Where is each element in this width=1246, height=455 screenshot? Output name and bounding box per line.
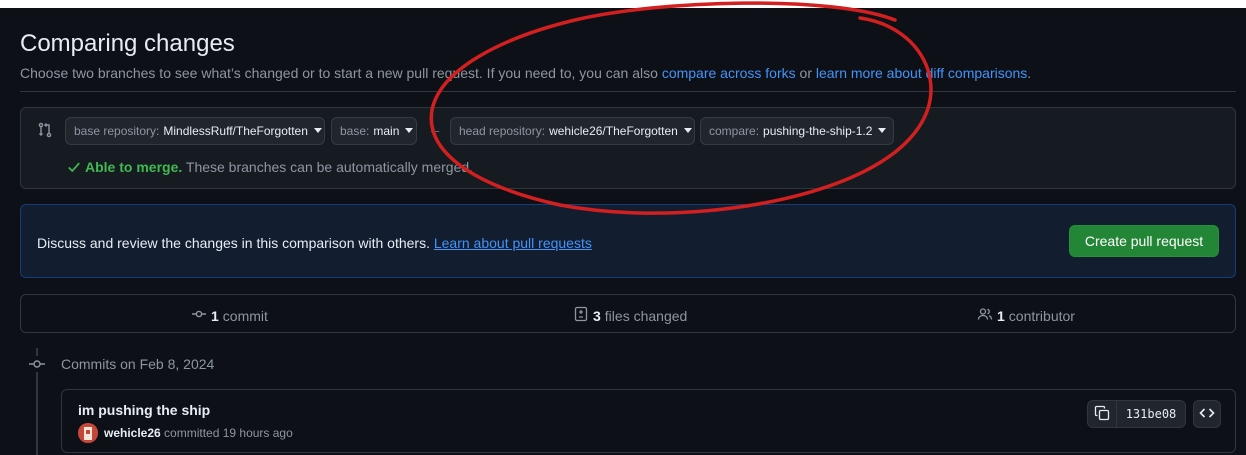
page-subtitle: Choose two branches to see what’s change… — [20, 65, 1031, 81]
commit-time: committed 19 hours ago — [160, 426, 293, 440]
git-commit-icon — [28, 356, 46, 375]
file-diff-icon — [573, 306, 589, 325]
learn-pull-requests-link[interactable]: Learn about pull requests — [434, 235, 592, 251]
chevron-down-icon — [683, 127, 692, 133]
header-divider — [20, 91, 1236, 92]
subtitle-end: . — [1027, 65, 1032, 81]
head-repository-label: head repository: — [459, 124, 546, 138]
merge-status-label: Able to merge. — [85, 159, 183, 175]
commit-row: im pushing the ship wehicle26 committed … — [61, 389, 1236, 453]
discuss-text: Discuss and review the changes in this c… — [37, 235, 592, 251]
code-icon — [1199, 405, 1215, 424]
arrow-left-icon: ← — [428, 121, 442, 137]
top-white-strip — [0, 0, 1246, 8]
commit-message-link[interactable]: im pushing the ship — [78, 402, 210, 418]
files-changed-stat[interactable]: 3 files changed — [573, 306, 687, 325]
page-title: Comparing changes — [20, 30, 235, 57]
compare-branch-select[interactable]: compare: pushing-the-ship-1.2 — [700, 117, 894, 145]
browse-code-button[interactable] — [1193, 400, 1221, 428]
subtitle-text: Choose two branches to see what’s change… — [20, 65, 662, 81]
discuss-message: Discuss and review the changes in this c… — [37, 235, 434, 251]
head-repository-value: wehicle26/TheForgotten — [549, 124, 678, 138]
comparison-stats: 1 commit 3 files changed 1 contributor — [20, 294, 1236, 333]
chevron-down-icon — [405, 127, 414, 133]
check-icon — [67, 160, 81, 177]
git-compare-icon — [37, 122, 53, 141]
chevron-down-icon — [878, 127, 887, 133]
chevron-down-icon — [313, 127, 322, 133]
contributors-label: contributor — [1008, 307, 1075, 324]
commit-author-link[interactable]: wehicle26 — [104, 426, 161, 440]
contributors-count: 1 — [997, 307, 1005, 324]
commits-date-heading: Commits on Feb 8, 2024 — [61, 356, 215, 372]
subtitle-or: or — [795, 65, 816, 81]
copy-sha-button[interactable] — [1087, 400, 1117, 428]
copy-icon — [1094, 405, 1110, 424]
base-branch-label: base: — [340, 124, 370, 138]
compare-branch-label: compare: — [709, 124, 760, 138]
commits-count: 1 — [211, 307, 219, 324]
diff-comparisons-link[interactable]: learn more about diff comparisons — [816, 65, 1027, 81]
commit-meta: wehicle26 committed 19 hours ago — [104, 426, 293, 440]
head-repository-select[interactable]: head repository: wehicle26/TheForgotten — [450, 117, 695, 145]
range-editor: base repository: MindlessRuff/TheForgotte… — [20, 107, 1236, 189]
git-commit-icon — [191, 306, 207, 325]
base-branch-select[interactable]: base: main — [331, 117, 417, 145]
compare-branch-value: pushing-the-ship-1.2 — [763, 124, 873, 138]
files-label: files changed — [604, 307, 688, 324]
create-pull-request-button[interactable]: Create pull request — [1069, 225, 1219, 257]
files-count: 3 — [593, 307, 601, 324]
people-icon — [977, 306, 993, 325]
base-repository-label: base repository: — [74, 124, 160, 138]
merge-status-detail: These branches can be automatically merg… — [182, 159, 474, 175]
discuss-banner: Discuss and review the changes in this c… — [20, 204, 1236, 278]
merge-status: Able to merge. These branches can be aut… — [67, 159, 473, 177]
commit-sha-button[interactable]: 131be08 — [1116, 400, 1186, 428]
base-repository-value: MindlessRuff/TheForgotten — [163, 124, 308, 138]
commits-stat[interactable]: 1 commit — [191, 306, 268, 325]
contributors-stat[interactable]: 1 contributor — [977, 306, 1075, 325]
base-repository-select[interactable]: base repository: MindlessRuff/TheForgotte… — [65, 117, 325, 145]
commits-label: commit — [222, 307, 268, 324]
avatar[interactable] — [78, 423, 98, 443]
base-branch-value: main — [373, 124, 400, 138]
compare-forks-link[interactable]: compare across forks — [662, 65, 796, 81]
